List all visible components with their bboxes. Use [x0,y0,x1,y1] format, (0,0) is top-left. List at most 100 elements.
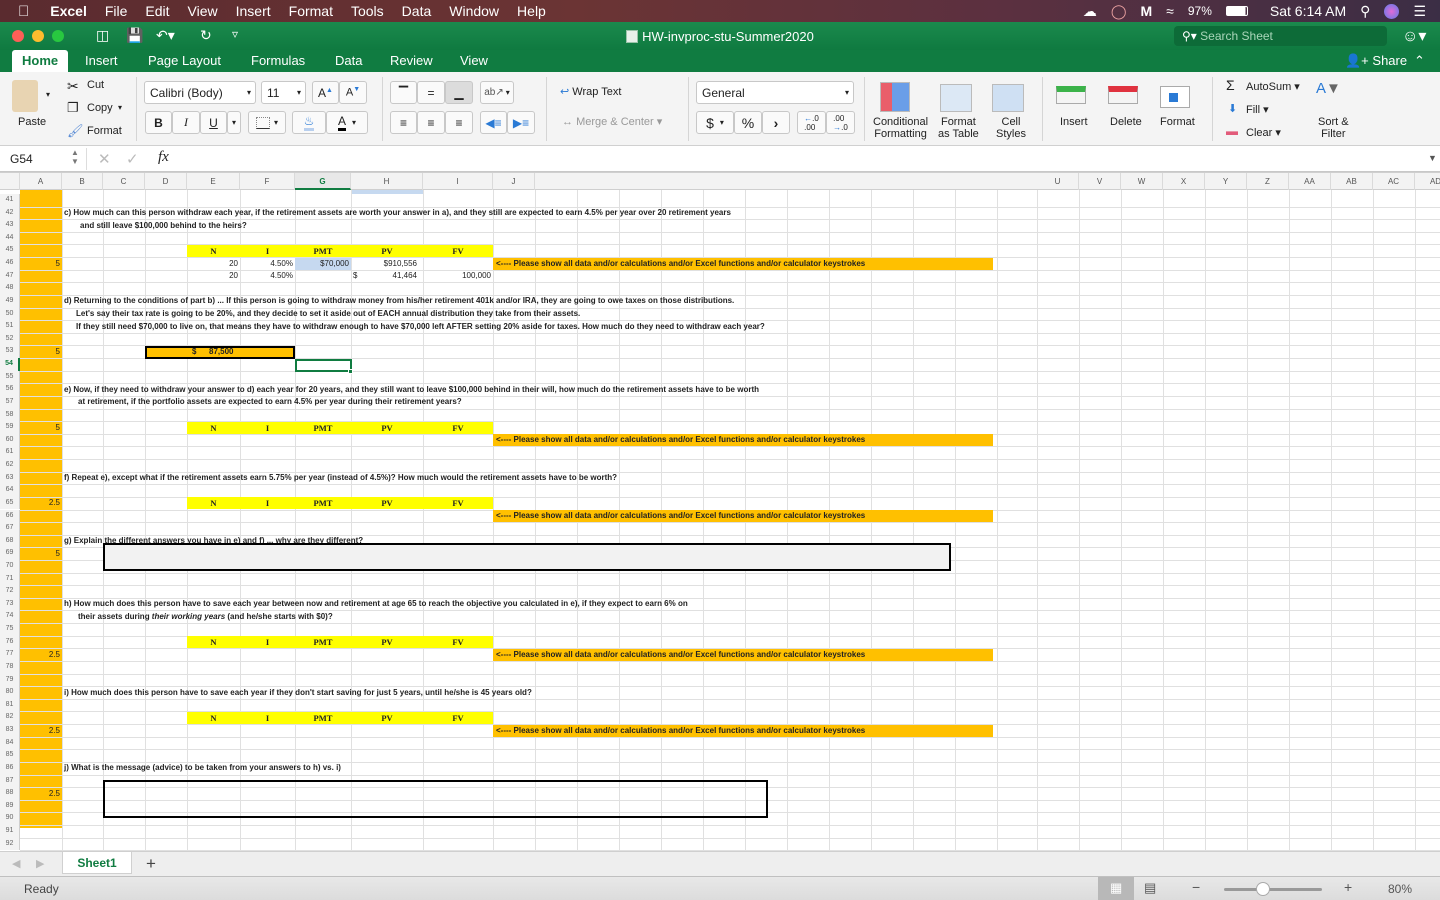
expand-formula-bar-icon[interactable]: ▼ [1428,153,1437,163]
underline-dropdown[interactable]: ▾ [227,111,241,134]
row-header-92[interactable]: 92 [0,837,20,851]
cell-styles-icon[interactable] [992,84,1024,112]
column-header-x[interactable]: X [1163,173,1205,190]
feedback-smiley-icon[interactable]: ☺▾ [1402,26,1426,46]
decrease-decimal-button[interactable]: .00 →.0 [826,111,855,134]
align-middle-button[interactable]: = [417,81,445,104]
worksheet-grid[interactable]: 41 42 43 44 45 46 47 48 49 50 51 52 53 54 55 56 57 58 59 60… [0,190,1440,851]
paste-dropdown-icon[interactable]: ▾ [46,90,50,99]
normal-view-button[interactable]: ▦ [1098,877,1134,900]
row-header-90[interactable]: 90 [0,812,20,825]
row-header-78[interactable]: 78 [0,660,20,674]
siri-icon[interactable] [1384,3,1400,19]
menu-file[interactable]: File [96,3,137,19]
row-header-91[interactable]: 91 [0,825,20,838]
italic-button[interactable]: I [172,111,200,134]
align-right-button[interactable]: ≡ [445,111,473,134]
column-header-c[interactable]: C [103,173,145,190]
spotlight-search-icon[interactable]: ⚲ [1360,3,1370,20]
row-header-88[interactable]: 88 [0,787,20,800]
row-header-62[interactable]: 62 [0,459,20,472]
zoom-slider-track[interactable] [1224,888,1322,891]
cell-styles-button[interactable]: Cell Styles [996,116,1026,140]
row-header-75[interactable]: 75 [0,623,20,636]
menu-view[interactable]: View [179,3,227,19]
row-header-77[interactable]: 77 [0,648,20,661]
delete-cells-icon[interactable] [1108,86,1138,104]
wrap-text-button[interactable]: ↩ Wrap Text [560,85,621,98]
row-header-41[interactable]: 41 [0,194,20,207]
percent-format-button[interactable]: % [734,111,762,134]
row-header-43[interactable]: 43 [0,219,20,232]
battery-icon[interactable] [1225,6,1248,16]
tab-insert[interactable]: Insert [75,50,128,72]
row-header-85[interactable]: 85 [0,749,20,762]
row-header-46[interactable]: 46 [0,257,20,270]
select-all-corner[interactable] [0,173,20,190]
format-cells-button[interactable]: Format [1160,116,1195,128]
row-header-66[interactable]: 66 [0,509,20,523]
zoom-in-button[interactable]: + [1344,879,1352,895]
row-header-55[interactable]: 55 [0,370,20,384]
increase-decimal-button[interactable]: ←.0.00 [797,111,826,134]
row-header-81[interactable]: 81 [0,698,20,712]
notification-center-icon[interactable]: ☰ [1413,3,1426,20]
autosum-button[interactable]: AutoSum ▾ [1246,80,1300,93]
format-as-table-icon[interactable] [940,84,972,112]
add-sheet-button[interactable]: + [146,854,156,874]
sort-filter-button[interactable]: Sort & Filter [1318,116,1349,140]
row-header-86[interactable]: 86 [0,761,20,775]
align-top-button[interactable]: ▔ [390,81,417,104]
zoom-level[interactable]: 80% [1388,882,1412,896]
row-header-74[interactable]: 74 [0,610,20,624]
menu-data[interactable]: Data [393,3,441,19]
row-header-60[interactable]: 60 [0,433,20,447]
row-header-44[interactable]: 44 [0,231,20,245]
previous-sheet-icon[interactable]: ◀ [12,857,20,870]
row-header-47[interactable]: 47 [0,269,20,283]
column-header-d[interactable]: D [145,173,187,190]
next-sheet-icon[interactable]: ▶ [36,857,44,870]
align-left-button[interactable]: ≡ [390,111,417,134]
tab-home[interactable]: Home [12,50,69,72]
column-header-u[interactable]: U [1037,173,1079,190]
delete-cells-button[interactable]: Delete [1110,116,1142,128]
formula-input[interactable] [180,150,1420,168]
opera-icon[interactable]: ◯ [1111,3,1127,20]
row-header-63[interactable]: 63 [0,471,20,485]
row-header-65[interactable]: 65 [0,496,20,510]
answer-g-box[interactable] [103,543,951,572]
tab-view[interactable]: View [450,50,498,72]
fill-handle[interactable] [348,368,353,374]
row-header-59[interactable]: 59 [0,421,20,434]
menu-format[interactable]: Format [280,3,342,19]
align-center-button[interactable]: ≡ [417,111,445,134]
format-painter-button[interactable]: Format [87,125,122,137]
tab-formulas[interactable]: Formulas [241,50,315,72]
conditional-formatting-icon[interactable] [880,82,910,112]
increase-indent-button[interactable]: ▶≡ [507,111,535,134]
insert-function-icon[interactable]: fx [158,149,169,166]
row-header-53[interactable]: 53 [0,345,20,359]
cut-button[interactable]: Cut [87,79,104,91]
menu-app-excel[interactable]: Excel [41,3,96,19]
zoom-out-button[interactable]: − [1192,879,1200,895]
row-header-80[interactable]: 80 [0,686,20,699]
borders-button[interactable]: ▾ [248,111,286,134]
row-header-64[interactable]: 64 [0,484,20,497]
name-box[interactable]: G54 [10,152,33,166]
tab-review[interactable]: Review [380,50,443,72]
fill-color-button[interactable]: ♨ [292,111,326,134]
row-header-52[interactable]: 52 [0,332,20,346]
merge-center-button[interactable]: ↔ Merge & Center ▾ [562,115,662,128]
clock[interactable]: Sat 6:14 AM [1270,3,1346,19]
bold-button[interactable]: B [145,111,172,134]
confirm-entry-icon[interactable]: ✓ [126,150,139,168]
insert-cells-button[interactable]: Insert [1060,116,1088,128]
row-header-49[interactable]: 49 [0,294,20,308]
row-header-84[interactable]: 84 [0,736,20,750]
insert-cells-icon[interactable] [1056,86,1086,104]
copy-button[interactable]: Copy [87,102,113,114]
column-header-f[interactable]: F [240,173,295,190]
row-header-70[interactable]: 70 [0,559,20,573]
